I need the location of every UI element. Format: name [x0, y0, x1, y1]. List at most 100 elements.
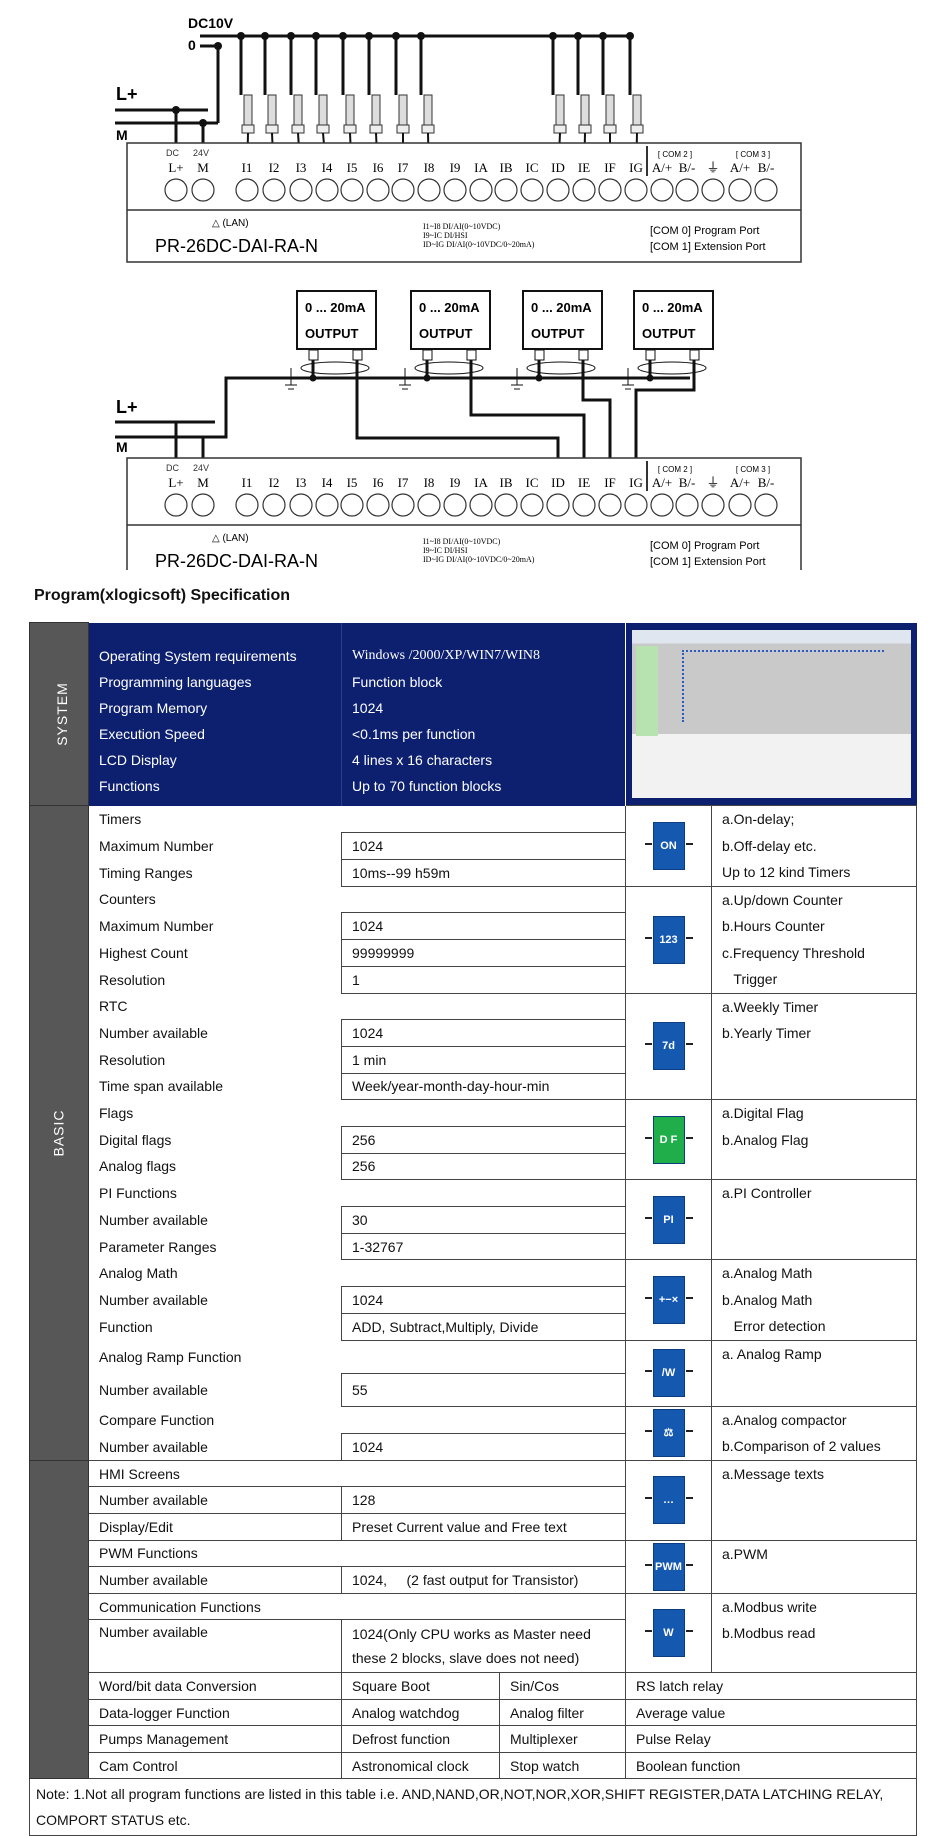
terminal-label: I2: [269, 160, 280, 175]
junction-dot: [309, 374, 317, 382]
terminal-screw: [754, 493, 778, 517]
spec-value-text: 1 min: [352, 1051, 387, 1068]
spec-label: Display/Edit: [88, 1513, 342, 1541]
terminal-label: B/-: [758, 160, 775, 175]
description-line: a. Analog Ramp: [722, 1345, 822, 1362]
spec-label: Number available: [99, 1292, 208, 1309]
counter-icon: 123: [644, 915, 693, 964]
terminal-screw: [289, 178, 313, 202]
description-line: b.Comparison of 2 values: [722, 1438, 881, 1455]
description-cell: a.Up/down Counter b.Hours Counter c.Freque…: [711, 885, 917, 994]
group-title: HMI Screens: [88, 1459, 626, 1488]
terminal-screw: [546, 178, 570, 202]
potentiometer: [243, 94, 253, 126]
terminal-label: IA: [474, 160, 488, 175]
lplus-label: L+: [116, 397, 138, 417]
spec-value: 256: [341, 1152, 626, 1181]
group-header-row: Analog Math +−× a.Analog Math b.Analog Math…: [30, 1259, 917, 1341]
spec-label: Time span available: [99, 1078, 223, 1095]
description-line: a.Message texts: [722, 1465, 824, 1482]
spec-value: 10ms--99 h59m: [341, 858, 626, 887]
terminal-screw: [315, 178, 339, 202]
terminal-label: I2: [269, 475, 280, 490]
spec-value-text: 1: [352, 971, 360, 988]
system-label: Programming languages: [99, 674, 252, 690]
terminal-screw: [289, 493, 313, 517]
description-line: b.Hours Counter: [722, 918, 825, 934]
specification-table: SYSTEM Operating System requirements Progr…: [29, 622, 917, 1836]
com2-label: [ COM 2 ]: [658, 465, 692, 474]
spec-value: 30: [341, 1206, 626, 1234]
system-value: 4 lines x 16 characters: [352, 752, 493, 768]
spec-label: Number available: [88, 1486, 342, 1515]
junction-dot: [417, 32, 425, 40]
spec-value-text: 1024: [352, 918, 384, 935]
spec-value: Week/year-month-day-hour-min: [341, 1072, 626, 1101]
group-header-row: Special Functions HMI Screens … a.Message t…: [29, 1459, 917, 1780]
spec-label: Parameter Ranges: [99, 1238, 217, 1255]
terminal-screw: [191, 178, 215, 202]
description-line: Trigger: [722, 971, 778, 987]
misc-function: Sin/Cos: [499, 1672, 626, 1700]
plus-terminal: [466, 349, 477, 361]
terminal-screw: [546, 493, 570, 517]
terminal-label: I1: [242, 160, 253, 175]
minus-terminal: [422, 349, 433, 361]
terminal-label: IF: [604, 160, 616, 175]
spec-value: ADD, Subtract,Multiply, Divide: [341, 1313, 626, 1341]
analog-math-icon: +−×: [644, 1276, 693, 1325]
io-note: I1~I8 DI/AI(0~10VDC): [423, 222, 501, 231]
spec-label: Timing Ranges: [99, 864, 193, 881]
plus-terminal: [689, 349, 700, 361]
empty-cell: [341, 1099, 626, 1127]
spec-value-text: Week/year-month-day-hour-min: [352, 1078, 550, 1095]
terminal-screw: [701, 178, 725, 202]
icon-cell: +−×: [625, 1259, 712, 1341]
spec-label: Number available: [99, 1438, 208, 1455]
spec-value-text: these 2 blocks, slave does not need): [352, 1650, 580, 1667]
group-title: PWM Functions: [88, 1539, 626, 1568]
description-cell: a.Analog Math b.Analog Math Error detecti…: [711, 1259, 917, 1341]
potentiometer-base: [343, 124, 357, 134]
special-side-label: Special Functions: [29, 1459, 89, 1780]
terminal-screw: [443, 493, 467, 517]
terminal-label: I9: [450, 160, 461, 175]
potentiometer-base: [241, 124, 255, 134]
terminal-label: B/-: [758, 475, 775, 490]
terminal-screw: [469, 178, 493, 202]
spec-label: Digital flags: [99, 1131, 172, 1148]
terminal-label: IG: [629, 160, 643, 175]
icon-cell: 123: [625, 885, 712, 994]
terminal-label: I9: [450, 475, 461, 490]
empty-cell: [341, 1179, 626, 1207]
cable-shield: [414, 361, 484, 375]
description-line: a.Digital Flag: [722, 1105, 804, 1122]
section-title: Program(xlogicsoft) Specification: [34, 587, 291, 604]
terminal-label: B/-: [679, 475, 696, 490]
spec-value-text: 256: [352, 1131, 376, 1148]
group-title: Flags: [99, 1105, 134, 1122]
icon-cell: ⚖: [625, 1405, 712, 1461]
description-line: a.PI Controller: [722, 1185, 812, 1202]
junction-dot: [339, 32, 347, 40]
terminal-screw: [262, 178, 286, 202]
misc-function: RS latch relay: [625, 1672, 917, 1700]
flag-icon: D F: [644, 1115, 693, 1164]
port-note: [COM 1] Extension Port: [650, 556, 766, 568]
junction-dot: [365, 32, 373, 40]
note-row: Note: 1.Not all program functions are li…: [29, 1778, 917, 1836]
empty-cell: [341, 1340, 626, 1374]
spec-label: Function: [99, 1318, 153, 1335]
terminal-label: ⏚: [706, 160, 719, 175]
misc-function: Boolean function: [625, 1751, 917, 1780]
junction-dot: [214, 42, 222, 50]
terminal-label: L+: [168, 160, 183, 175]
potentiometer-base: [265, 124, 279, 134]
junction-dot: [261, 32, 269, 40]
group-header-row: RTC 7d a.Weekly Timer b.Yearly Timer: [30, 992, 917, 1101]
description-line: a.Analog Math: [722, 1265, 813, 1282]
junction-dot: [549, 32, 557, 40]
terminal-label: I6: [373, 160, 384, 175]
terminal-screw: [675, 178, 699, 202]
output-range: 0 ... 20mA: [305, 300, 366, 315]
